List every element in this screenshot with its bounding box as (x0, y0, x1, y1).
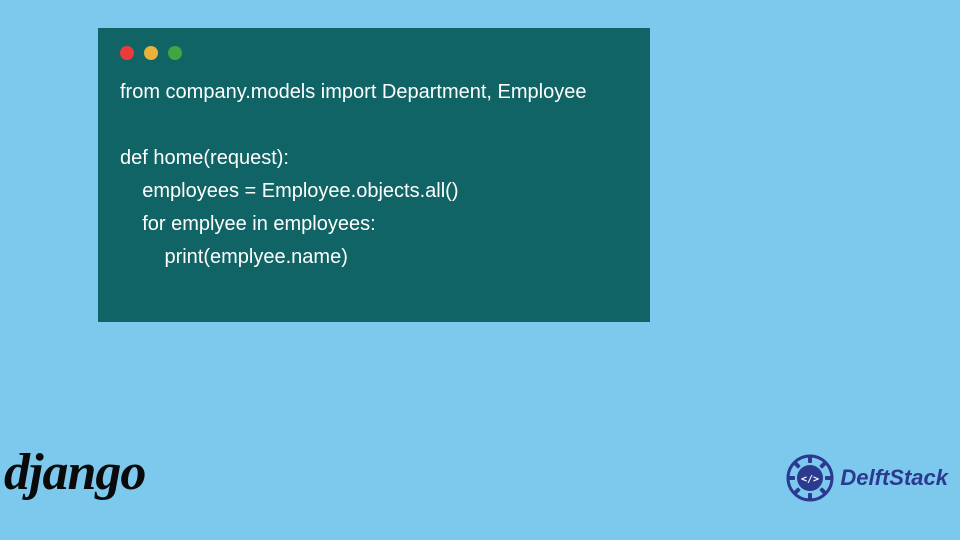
code-window: from company.models import Department, E… (98, 28, 650, 322)
code-block: from company.models import Department, E… (120, 76, 628, 274)
code-line: for emplyee in employees: (120, 213, 376, 235)
delftstack-label: DelftStack (840, 465, 948, 491)
minimize-icon (144, 46, 158, 60)
svg-text:</>: </> (801, 474, 819, 485)
maximize-icon (168, 46, 182, 60)
django-logo: django (4, 443, 145, 502)
code-line: print(emplyee.name) (120, 246, 348, 268)
code-line: def home(request): (120, 147, 289, 169)
gear-icon: </> (786, 454, 834, 502)
window-traffic-lights (120, 46, 628, 60)
code-line: from company.models import Department, E… (120, 81, 586, 103)
code-line: employees = Employee.objects.all() (120, 180, 459, 202)
close-icon (120, 46, 134, 60)
delftstack-logo: </> DelftStack (786, 454, 948, 502)
